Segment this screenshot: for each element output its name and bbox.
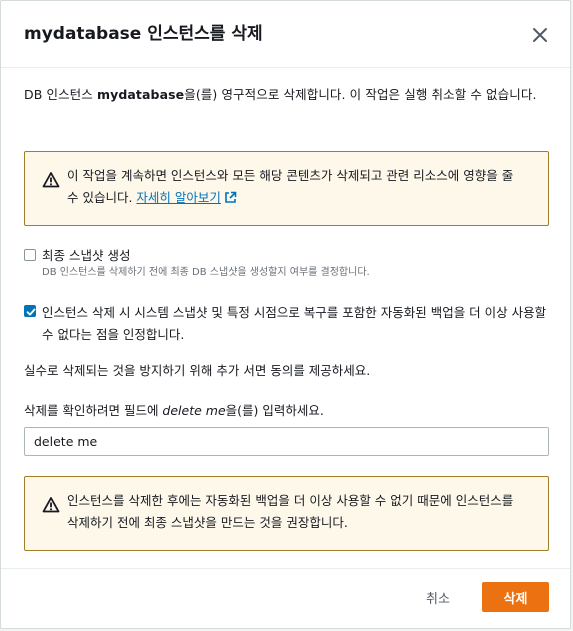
- warning-icon: [42, 171, 60, 189]
- description-prefix: DB 인스턴스: [24, 87, 97, 102]
- dialog-header: mydatabase 인스턴스를 삭제: [1, 1, 570, 68]
- acknowledge-instruction: 실수로 삭제되는 것을 방지하기 위해 추가 서면 동의를 제공하세요.: [24, 363, 371, 378]
- cancel-button[interactable]: 취소: [405, 582, 471, 612]
- dialog-title: mydatabase 인스턴스를 삭제: [24, 24, 263, 44]
- description-suffix: 을(를) 영구적으로 삭제합니다. 이 작업은 실행 취소할 수 없습니다.: [184, 87, 537, 102]
- delete-instance-dialog: mydatabase 인스턴스를 삭제 DB 인스턴스 mydatabase을(…: [0, 0, 571, 629]
- confirm-input[interactable]: [24, 427, 549, 456]
- confirm-field-label: 삭제를 확인하려면 필드에 delete me을(를) 입력하세요.: [24, 401, 549, 421]
- confirm-label-prefix: 삭제를 확인하려면 필드에: [24, 403, 163, 418]
- checkmark-icon: [26, 308, 36, 316]
- warning-alert-bottom: 인스턴스를 삭제한 후에는 자동화된 백업을 더 이상 사용할 수 없기 때문에…: [24, 476, 549, 551]
- confirm-label-suffix: 을(를) 입력하세요.: [225, 403, 324, 418]
- acknowledge-backups-checkbox[interactable]: [24, 305, 36, 317]
- final-snapshot-checkbox[interactable]: [24, 249, 36, 261]
- acknowledge-backups-label: 인스턴스 삭제 시 시스템 스냅샷 및 특정 시점으로 복구를 포함한 자동화된…: [42, 305, 547, 342]
- warning-message: 이 작업을 계속하면 인스턴스와 모든 해당 콘텐츠가 삭제되고 관련 리소스에…: [67, 168, 514, 205]
- learn-more-link[interactable]: 자세히 알아보기: [136, 190, 220, 205]
- external-link-icon[interactable]: [224, 189, 237, 211]
- final-snapshot-description: DB 인스턴스를 삭제하기 전에 최종 DB 스냅샷을 생성할지 여부를 결정합…: [42, 267, 370, 278]
- warning-text-bottom: 인스턴스를 삭제한 후에는 자동화된 백업을 더 이상 사용할 수 없기 때문에…: [67, 493, 514, 530]
- warning-alert-top: 이 작업을 계속하면 인스턴스와 모든 해당 콘텐츠가 삭제되고 관련 리소스에…: [24, 151, 549, 226]
- warning-icon: [42, 496, 60, 514]
- dialog-footer: 취소 삭제: [1, 568, 570, 630]
- instance-name: mydatabase: [96, 87, 185, 102]
- dialog-description: DB 인스턴스 mydatabase을(를) 영구적으로 삭제합니다. 이 작업…: [24, 84, 549, 105]
- confirm-keyword: delete me: [162, 403, 226, 418]
- delete-button[interactable]: 삭제: [482, 582, 549, 612]
- close-icon[interactable]: [530, 25, 550, 45]
- final-snapshot-label: 최종 스냅샷 생성: [42, 248, 131, 263]
- warning-text-top: 이 작업을 계속하면 인스턴스와 모든 해당 콘텐츠가 삭제되고 관련 리소스에…: [67, 165, 527, 211]
